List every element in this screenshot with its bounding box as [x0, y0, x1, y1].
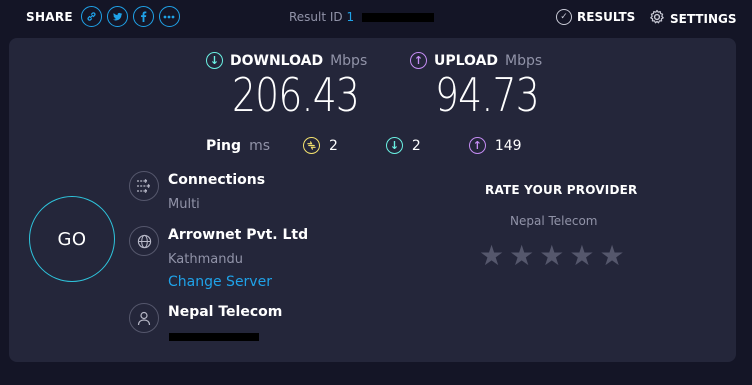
provider-name: Nepal Telecom: [168, 304, 283, 320]
result-id: Result ID 1: [289, 10, 434, 24]
facebook-icon[interactable]: [132, 6, 154, 27]
star-icon[interactable]: ★: [509, 242, 534, 270]
upload-label: UPLOAD: [434, 52, 499, 69]
star-icon[interactable]: ★: [599, 242, 624, 270]
upload-latency-icon: ↑: [468, 137, 486, 154]
share-bar: SHARE: [26, 6, 181, 27]
download-unit: Mbps: [330, 52, 368, 69]
server-location: Kathmandu: [168, 252, 243, 267]
star-icon[interactable]: ★: [539, 242, 564, 270]
settings-label: SETTINGS: [670, 11, 737, 26]
connections-icon: [129, 171, 159, 201]
server-name: Arrownet Pvt. Ltd: [168, 227, 309, 243]
globe-icon: [129, 226, 159, 256]
download-header: ↓ DOWNLOAD Mbps: [206, 52, 367, 69]
star-icon[interactable]: ★: [569, 242, 594, 270]
download-arrow-icon: ↓: [206, 52, 223, 69]
rate-provider-title: RATE YOUR PROVIDER: [485, 183, 638, 197]
change-server-link[interactable]: Change Server: [168, 274, 272, 290]
settings-button[interactable]: SETTINGS: [649, 9, 737, 28]
share-label: SHARE: [26, 9, 73, 24]
upload-unit: Mbps: [505, 52, 543, 69]
ping-row: Ping ms 2 ↓ 2 ↑ 149: [206, 137, 570, 154]
results-panel: ↓ DOWNLOAD Mbps 206.43 ↑ UPLOAD Mbps 94.…: [9, 38, 736, 362]
link-icon[interactable]: [80, 6, 102, 27]
download-label: DOWNLOAD: [230, 52, 324, 69]
results-button[interactable]: ✓ RESULTS: [556, 9, 635, 25]
twitter-icon[interactable]: [106, 6, 128, 27]
rating-stars: ★ ★ ★ ★ ★: [479, 242, 625, 270]
jitter-icon: [303, 137, 320, 154]
star-icon[interactable]: ★: [479, 242, 504, 270]
ping-label: Ping: [206, 137, 242, 154]
ip-redaction-bar: [169, 333, 259, 341]
result-id-number[interactable]: 1: [347, 10, 355, 24]
upload-arrow-icon: ↑: [410, 52, 427, 69]
download-latency-value: 2: [411, 137, 421, 154]
upload-header: ↑ UPLOAD Mbps: [410, 52, 542, 69]
connections-mode: Multi: [168, 197, 200, 212]
top-bar: SHARE Result ID 1 ✓ RESULTS SETTINGS: [0, 0, 752, 36]
connections-title: Connections: [168, 172, 266, 188]
result-id-value[interactable]: 1: [347, 10, 434, 24]
rate-provider-name: Nepal Telecom: [510, 214, 598, 228]
results-label: RESULTS: [577, 10, 636, 24]
jitter-value: 2: [329, 137, 338, 154]
result-id-label: Result ID: [289, 10, 343, 24]
redaction-bar: [361, 13, 434, 22]
upload-speed: 94.73: [435, 68, 540, 122]
ping-unit: ms: [249, 137, 270, 154]
user-icon: [129, 303, 159, 333]
download-latency-icon: ↓: [385, 137, 403, 154]
gear-icon: [649, 9, 665, 28]
upload-latency-value: 149: [494, 137, 522, 154]
check-icon: ✓: [556, 9, 572, 25]
go-button[interactable]: GO: [29, 196, 115, 282]
more-icon[interactable]: [158, 6, 180, 27]
download-speed: 206.43: [232, 68, 360, 122]
